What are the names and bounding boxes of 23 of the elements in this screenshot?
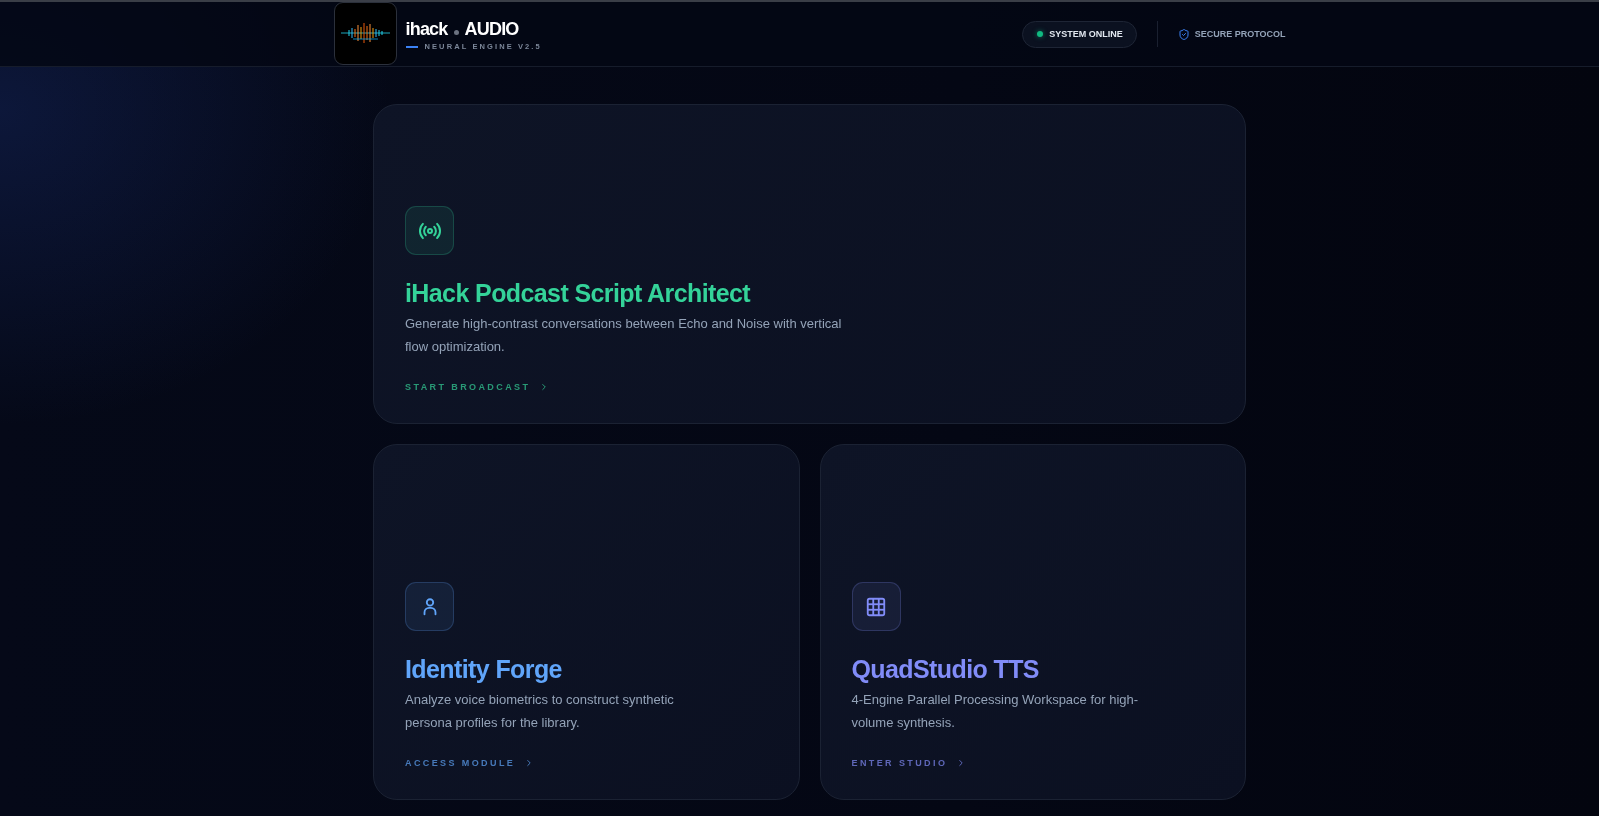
action-link[interactable]: ENTER STUDIO (851, 756, 967, 770)
person-icon (405, 582, 454, 631)
module-card[interactable]: Identity Forge Analyze voice biometrics to construct synthetic persona profiles for the library. ACCESS MODULE (373, 444, 800, 800)
status-text: SYSTEM ONLINE (1049, 29, 1123, 39)
module-card[interactable]: iHack Podcast Script Architect Generate high-contrast conversations between Echo and Noise with vertical flow optimization. START BROADCAST (373, 104, 1246, 424)
waveform-logo-drawing[interactable] (333, 2, 397, 65)
brand-product: AUDIO (464, 18, 519, 39)
brand-name: ihack (405, 18, 448, 39)
action-link[interactable]: ACCESS MODULE (405, 756, 535, 770)
action-link[interactable]: START BROADCAST (405, 380, 550, 394)
broadcast-icon (405, 206, 454, 255)
card-description: Generate high-contrast conversations between Echo and Noise with vertical flow optimization. (405, 315, 843, 356)
module-card[interactable]: QuadStudio TTS 4-Engine Parallel Processing Workspace for high-volume synthesis. ENTER STUDIO (819, 444, 1246, 800)
card-title: Identity Forge (405, 654, 562, 685)
dot-icon (453, 29, 459, 35)
card-title: QuadStudio TTS (851, 654, 1039, 685)
security-label: SECURE PROTOCOL (1194, 29, 1286, 39)
shield-check-icon (1177, 27, 1190, 41)
card-description: 4-Engine Parallel Processing Workspace for high-volume synthesis. (851, 691, 1140, 732)
accent-line (405, 45, 418, 48)
card-description: Analyze voice biometrics to construct synthetic persona profiles for the library. (405, 691, 675, 732)
card-title: iHack Podcast Script Architect (405, 278, 751, 309)
grid-icon (851, 582, 901, 631)
